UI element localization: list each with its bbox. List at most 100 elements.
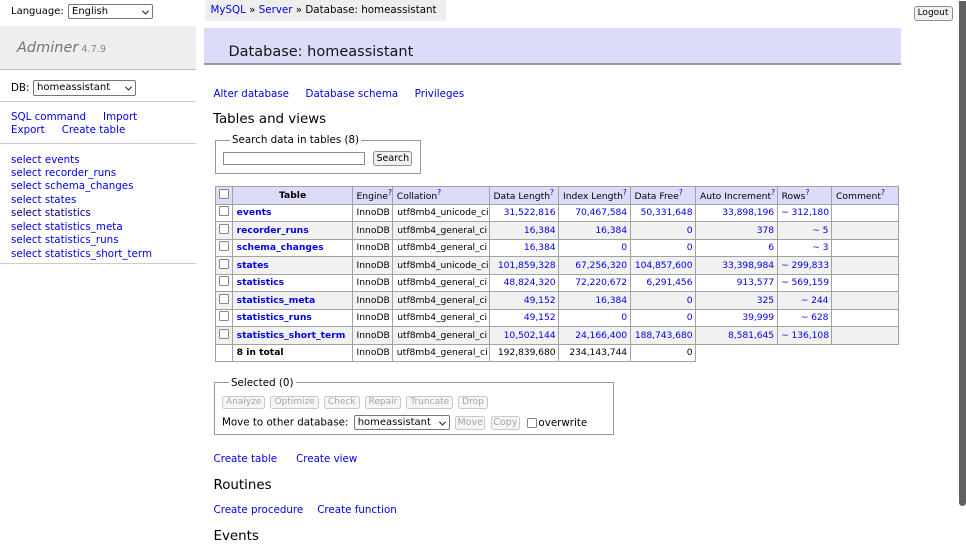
row-checkbox[interactable] — [219, 294, 229, 304]
cell-rows-link[interactable]: ~ 136,108 — [781, 330, 829, 341]
cell-index-length-link[interactable]: 16,384 — [595, 295, 627, 306]
cell-auto-increment-link[interactable]: 378 — [757, 225, 774, 236]
cell-data-free-link[interactable]: 0 — [687, 312, 693, 323]
cell-auto-increment-link[interactable]: 6 — [768, 242, 774, 253]
cell-auto-increment-link[interactable]: 39,999 — [742, 312, 774, 323]
search-button[interactable]: Search — [373, 151, 412, 166]
create-view-link[interactable]: Create view — [296, 453, 357, 465]
sidebar-table-link[interactable]: select recorder_runs — [11, 167, 116, 179]
table-name-link[interactable]: statistics_short_term — [237, 330, 346, 341]
truncate-button[interactable]: Truncate — [406, 396, 453, 409]
sidebar-action-import[interactable]: Import — [103, 111, 137, 123]
cell-index-length-link[interactable]: 24,166,400 — [575, 330, 627, 341]
cell-index-length-link[interactable]: 16,384 — [595, 225, 627, 236]
cell-rows-link[interactable]: ~ 244 — [801, 295, 829, 306]
cell-index-length-link[interactable]: 67,256,320 — [575, 260, 627, 271]
cell-data-length-link[interactable]: 101,859,328 — [498, 260, 556, 271]
sidebar-table-link[interactable]: select statistics_runs — [11, 234, 119, 246]
cell-auto-increment-link[interactable]: 8,581,645 — [728, 330, 774, 341]
table-name-link[interactable]: recorder_runs — [237, 225, 309, 236]
cell-rows-link[interactable]: ~ 569,159 — [781, 277, 829, 288]
optimize-button[interactable]: Optimize — [270, 396, 318, 409]
move-button[interactable]: Move — [455, 416, 485, 430]
db-select[interactable]: homeassistant — [33, 80, 136, 96]
breadcrumb-link[interactable]: Server — [259, 4, 293, 16]
table-name-link[interactable]: states — [237, 260, 269, 271]
cell-data-free-link[interactable]: 0 — [687, 225, 693, 236]
cell-auto-increment-link[interactable]: 913,577 — [737, 277, 774, 288]
scrollbar-thumb[interactable] — [959, 1, 966, 506]
row-checkbox[interactable] — [219, 329, 229, 339]
cell-auto-increment-link[interactable]: 325 — [757, 295, 774, 306]
table-name-link[interactable]: statistics_meta — [237, 295, 316, 306]
cell-rows-link[interactable]: ~ 3 — [812, 242, 828, 253]
cell-data-free-link[interactable]: 50,331,648 — [641, 207, 693, 218]
sidebar-table-link[interactable]: select schema_changes — [11, 180, 134, 192]
create-table-link[interactable]: Create table — [214, 453, 278, 465]
cell-data-free-link[interactable]: 104,857,600 — [635, 260, 693, 271]
cell-index-length-link[interactable]: 0 — [621, 242, 627, 253]
cell-data-length-link[interactable]: 16,384 — [524, 225, 556, 236]
cell-index-length-link[interactable]: 70,467,584 — [575, 207, 627, 218]
help-link[interactable]: ? — [679, 191, 683, 202]
cell-data-length-link[interactable]: 48,824,320 — [504, 277, 556, 288]
row-checkbox[interactable] — [219, 206, 229, 216]
overwrite-checkbox[interactable] — [527, 418, 537, 428]
sidebar-table-link[interactable]: select statistics_short_term — [11, 248, 152, 260]
copy-button[interactable]: Copy — [491, 416, 520, 430]
create-procedure-link[interactable]: Create procedure — [214, 504, 304, 516]
repair-button[interactable]: Repair — [365, 396, 402, 409]
sidebar-action-export[interactable]: Export — [11, 124, 45, 136]
cell-rows-link[interactable]: ~ 299,833 — [781, 260, 829, 271]
cell-data-free-link[interactable]: 0 — [687, 295, 693, 306]
cell-data-free-link[interactable]: 0 — [687, 242, 693, 253]
db-link-alter-database[interactable]: Alter database — [214, 88, 290, 100]
cell-rows-link[interactable]: ~ 5 — [812, 225, 828, 236]
help-link[interactable]: ? — [437, 191, 441, 202]
cell-data-length-link[interactable]: 49,152 — [524, 312, 556, 323]
help-link[interactable]: ? — [388, 191, 392, 202]
sidebar-action-create-table[interactable]: Create table — [62, 124, 126, 136]
sidebar-table-link[interactable]: select statistics_meta — [11, 221, 123, 233]
cell-data-length-link[interactable]: 10,502,144 — [504, 330, 556, 341]
cell-index-length-link[interactable]: 0 — [621, 312, 627, 323]
cell-auto-increment-link[interactable]: 33,898,196 — [722, 207, 774, 218]
help-link[interactable]: ? — [771, 191, 775, 202]
logout-button[interactable]: Logout — [914, 6, 953, 21]
language-select[interactable]: English — [68, 4, 153, 19]
table-name-link[interactable]: schema_changes — [237, 242, 324, 253]
table-name-link[interactable]: statistics_runs — [237, 312, 312, 323]
select-all-checkbox[interactable] — [219, 189, 229, 199]
search-input[interactable] — [223, 152, 365, 165]
move-database-select[interactable]: homeassistant — [354, 415, 450, 430]
analyze-button[interactable]: Analyze — [222, 396, 265, 409]
create-function-link[interactable]: Create function — [317, 504, 397, 516]
table-name-link[interactable]: statistics — [237, 277, 285, 288]
row-checkbox[interactable] — [219, 259, 229, 269]
sidebar-table-link[interactable]: select states — [11, 194, 76, 206]
cell-index-length-link[interactable]: 72,220,672 — [575, 277, 627, 288]
sidebar-table-link[interactable]: select events — [11, 154, 80, 166]
sidebar-table-link[interactable]: select statistics — [11, 207, 91, 219]
help-link[interactable]: ? — [550, 191, 554, 202]
cell-data-free-link[interactable]: 6,291,456 — [646, 277, 692, 288]
sidebar-action-sql-command[interactable]: SQL command — [11, 111, 86, 123]
check-button[interactable]: Check — [324, 396, 360, 409]
help-link[interactable]: ? — [623, 191, 627, 202]
scrollbar-track[interactable] — [957, 0, 966, 543]
cell-data-free-link[interactable]: 188,743,680 — [635, 330, 693, 341]
cell-data-length-link[interactable]: 49,152 — [524, 295, 556, 306]
row-checkbox[interactable] — [219, 224, 229, 234]
help-link[interactable]: ? — [805, 191, 809, 202]
cell-auto-increment-link[interactable]: 33,398,984 — [722, 260, 774, 271]
cell-data-length-link[interactable]: 16,384 — [524, 242, 556, 253]
row-checkbox[interactable] — [219, 241, 229, 251]
cell-rows-link[interactable]: ~ 312,180 — [781, 207, 829, 218]
db-link-database-schema[interactable]: Database schema — [306, 88, 399, 100]
db-link-privileges[interactable]: Privileges — [415, 88, 465, 100]
row-checkbox[interactable] — [219, 276, 229, 286]
table-name-link[interactable]: events — [237, 207, 272, 218]
breadcrumb-link[interactable]: MySQL — [211, 4, 246, 16]
help-link[interactable]: ? — [881, 191, 885, 202]
row-checkbox[interactable] — [219, 311, 229, 321]
